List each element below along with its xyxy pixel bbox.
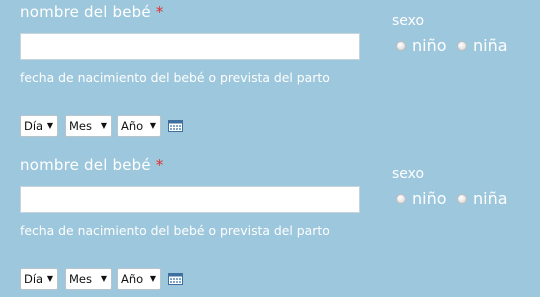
year-select[interactable]: Año ▼ [117,115,161,137]
day-select[interactable]: Día ▼ [20,115,58,137]
baby-name-label: nombre del bebé * [20,3,164,21]
baby-name-label: nombre del bebé * [20,156,164,174]
sex-option-girl[interactable]: niña [457,189,508,209]
baby-name-input[interactable] [20,186,360,213]
day-select-value: Día [24,119,44,133]
birth-date-label: fecha de nacimiento del bebé o prevista … [20,70,330,85]
radio-button[interactable] [396,41,406,51]
sex-option-girl[interactable]: niña [457,36,508,56]
dropdown-arrow-icon: ▼ [100,121,107,130]
radio-button[interactable] [457,41,467,51]
dropdown-arrow-icon: ▼ [149,121,156,130]
dropdown-arrow-icon: ▼ [149,274,156,283]
sex-option-boy[interactable]: niño [396,189,447,209]
year-select-value: Año [121,272,144,286]
dropdown-arrow-icon: ▼ [46,274,53,283]
year-select[interactable]: Año ▼ [117,268,161,290]
calendar-icon[interactable] [168,273,183,285]
sex-option-label: niña [473,36,508,55]
baby-form-1: nombre del bebé * fecha de nacimiento del… [0,0,540,137]
radio-button[interactable] [396,194,406,204]
sex-label: sexo [392,166,425,182]
day-select-value: Día [24,272,44,286]
required-asterisk: * [155,156,164,174]
sex-option-label: niña [473,189,508,208]
day-select[interactable]: Día ▼ [20,268,58,290]
dropdown-arrow-icon: ▼ [100,274,107,283]
required-asterisk: * [155,3,164,21]
month-select-value: Mes [69,272,92,286]
sex-option-label: niño [412,36,447,55]
baby-form-2: nombre del bebé * fecha de nacimiento del… [0,146,540,290]
radio-button[interactable] [457,194,467,204]
baby-name-label-text: nombre del bebé [20,156,151,174]
sex-option-label: niño [412,189,447,208]
baby-name-label-text: nombre del bebé [20,3,151,21]
month-select[interactable]: Mes ▼ [65,115,112,137]
birth-date-label: fecha de nacimiento del bebé o prevista … [20,223,330,238]
year-select-value: Año [121,119,144,133]
sex-label: sexo [392,13,425,29]
month-select[interactable]: Mes ▼ [65,268,112,290]
dropdown-arrow-icon: ▼ [46,121,53,130]
sex-option-boy[interactable]: niño [396,36,447,56]
month-select-value: Mes [69,119,92,133]
calendar-icon[interactable] [168,120,183,132]
baby-name-input[interactable] [20,33,360,60]
